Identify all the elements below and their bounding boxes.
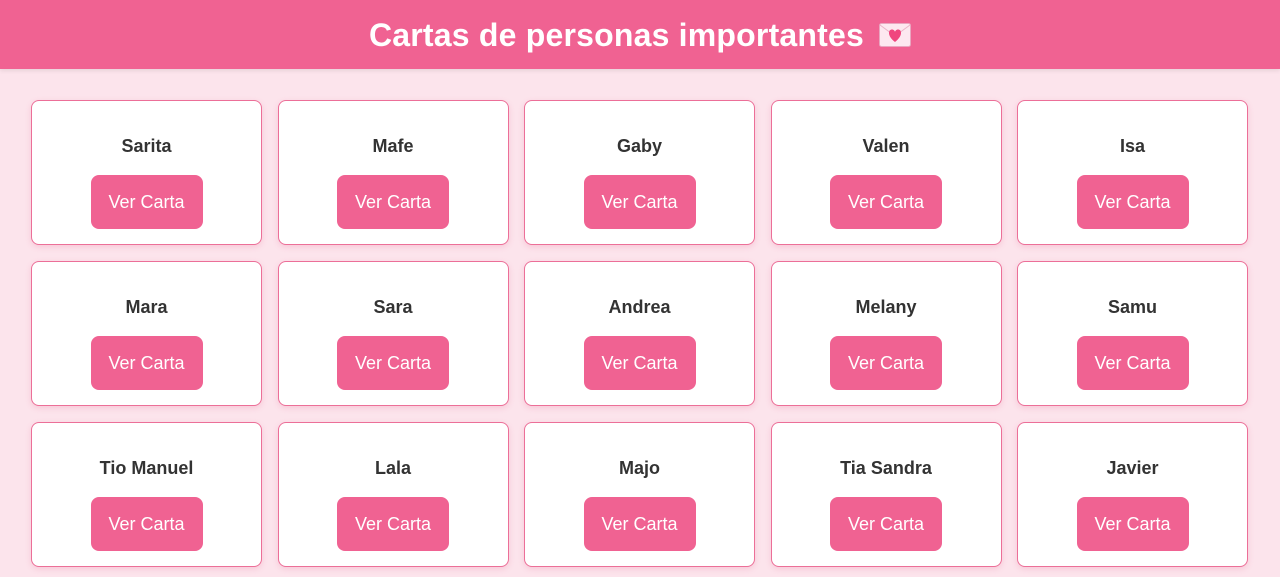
letter-card: Isa Ver Carta (1017, 100, 1248, 245)
card-name: Lala (374, 458, 412, 478)
letter-card: Javier Ver Carta (1017, 422, 1248, 567)
card-name: Javier (1106, 458, 1159, 478)
view-letter-button[interactable]: Ver Carta (90, 175, 203, 229)
card-name: Isa (1119, 136, 1146, 156)
letter-card: Tia Sandra Ver Carta (770, 422, 1002, 567)
view-letter-button[interactable]: Ver Carta (337, 497, 449, 551)
card-name: Samu (1107, 297, 1158, 317)
letter-card: Valen Ver Carta (770, 100, 1002, 245)
letter-card: Andrea Ver Carta (524, 261, 755, 406)
card-name: Sara (373, 297, 413, 317)
view-letter-button[interactable]: Ver Carta (583, 336, 696, 390)
letter-card: Mafe Ver Carta (277, 100, 509, 245)
view-letter-button[interactable]: Ver Carta (583, 175, 696, 229)
card-name: Majo (618, 458, 660, 478)
view-letter-button[interactable]: Ver Carta (337, 175, 449, 229)
page-title-text: Cartas de personas importantes (368, 16, 865, 53)
letter-card: Sara Ver Carta (277, 261, 509, 406)
card-name: Valen (862, 136, 910, 156)
card-name: Andrea (608, 297, 671, 317)
letter-card: Lala Ver Carta (277, 422, 509, 567)
view-letter-button[interactable]: Ver Carta (1076, 336, 1189, 390)
love-letter-icon (879, 22, 912, 47)
view-letter-button[interactable]: Ver Carta (830, 175, 942, 229)
letter-card: Tio Manuel Ver Carta (31, 422, 262, 567)
card-name: Melany (855, 297, 917, 317)
letter-card: Majo Ver Carta (524, 422, 755, 567)
card-name: Tio Manuel (99, 458, 194, 478)
letter-card: Mara Ver Carta (31, 261, 262, 406)
cards-grid: Sarita Ver Carta Mafe Ver Carta Gaby Ver… (31, 100, 1248, 567)
view-letter-button[interactable]: Ver Carta (90, 336, 203, 390)
letter-card: Melany Ver Carta (770, 261, 1002, 406)
view-letter-button[interactable]: Ver Carta (830, 497, 942, 551)
page-header: Cartas de personas importantes (0, 0, 1280, 69)
view-letter-button[interactable]: Ver Carta (1076, 497, 1189, 551)
view-letter-button[interactable]: Ver Carta (830, 336, 942, 390)
letter-card: Sarita Ver Carta (31, 100, 262, 245)
card-name: Mafe (372, 136, 414, 156)
view-letter-button[interactable]: Ver Carta (90, 497, 203, 551)
view-letter-button[interactable]: Ver Carta (1076, 175, 1189, 229)
card-name: Tia Sandra (840, 458, 932, 478)
letter-card: Samu Ver Carta (1017, 261, 1248, 406)
letter-card: Gaby Ver Carta (524, 100, 755, 245)
card-name: Gaby (616, 136, 663, 156)
card-name: Mara (125, 297, 168, 317)
page-title: Cartas de personas importantes (368, 16, 912, 53)
view-letter-button[interactable]: Ver Carta (583, 497, 696, 551)
card-name: Sarita (121, 136, 172, 156)
view-letter-button[interactable]: Ver Carta (337, 336, 449, 390)
